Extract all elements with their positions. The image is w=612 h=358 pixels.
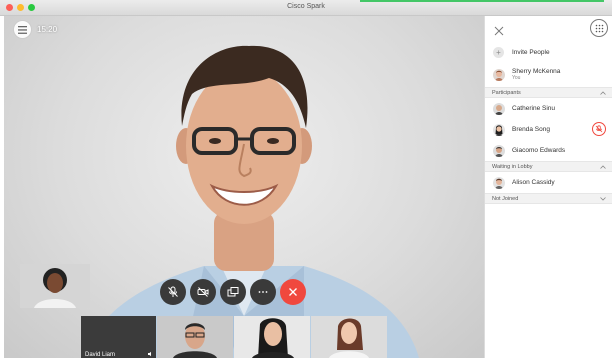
participants-panel: + Invite People Sherry McKenna You Parti… (484, 16, 612, 358)
invite-people-button[interactable]: + Invite People (485, 42, 612, 63)
section-title: Participants (492, 89, 521, 96)
chevron-down-icon (600, 196, 606, 201)
participant-video (311, 316, 387, 358)
section-not-joined[interactable]: Not Joined (485, 193, 612, 204)
participant-video (157, 316, 233, 358)
hamburger-icon (18, 25, 27, 34)
thumbnail-participant-3[interactable] (234, 316, 310, 358)
section-title: Waiting in Lobby (492, 163, 533, 170)
chevron-up-icon (600, 90, 606, 95)
self-view-video[interactable] (20, 264, 90, 308)
mute-icon (168, 286, 178, 297)
participant-name: Giacomo Edwards (512, 147, 566, 154)
participant-subtitle: You (512, 75, 521, 81)
menu-button[interactable] (13, 20, 32, 39)
dialpad-icon (595, 24, 603, 32)
self-view-image (20, 264, 90, 308)
participant-row[interactable]: Brenda Song (485, 119, 612, 140)
speaker-icon (148, 351, 151, 357)
section-waiting-lobby[interactable]: Waiting in Lobby (485, 161, 612, 172)
muted-indicator (592, 122, 606, 136)
call-controls (160, 279, 306, 305)
call-timer: 15:20 (37, 25, 58, 34)
close-icon (494, 26, 504, 36)
dialpad-button[interactable] (590, 19, 608, 37)
participant-name: Brenda Song (512, 126, 550, 133)
avatar (493, 123, 505, 136)
more-options-button[interactable] (250, 279, 276, 305)
thumbnail-participant-4[interactable] (311, 316, 387, 358)
main-video: 15:20 David Liam (4, 16, 484, 358)
participant-video (234, 316, 310, 358)
invite-label: Invite People (512, 49, 550, 56)
panel-header (485, 16, 612, 42)
participant-row[interactable]: Giacomo Edwards (485, 140, 612, 161)
avatar (493, 144, 505, 157)
avatar (493, 69, 505, 81)
participant-name: Catherine Sinu (512, 105, 555, 112)
avatar (493, 102, 505, 115)
window-titlebar: Cisco Spark (0, 0, 612, 16)
lobby-name: Alison Cassidy (512, 179, 555, 186)
avatar (493, 176, 505, 189)
thumbnail-label: David Liam (85, 352, 116, 358)
section-participants[interactable]: Participants (485, 87, 612, 98)
share-screen-icon (227, 287, 239, 297)
close-panel-button[interactable] (494, 23, 504, 41)
participant-name: Sherry McKenna (512, 68, 561, 75)
lobby-row[interactable]: Alison Cassidy (485, 172, 612, 193)
more-icon (258, 291, 268, 293)
chevron-up-icon (600, 164, 606, 169)
thumbnail-david-liam[interactable]: David Liam (81, 316, 156, 358)
share-screen-button[interactable] (220, 279, 246, 305)
progress-bar (360, 0, 604, 2)
thumbnail-participant-2[interactable] (157, 316, 233, 358)
participant-thumbnails: David Liam (80, 316, 387, 358)
end-call-button[interactable] (280, 279, 306, 305)
end-call-icon (289, 288, 297, 296)
mute-icon (595, 125, 603, 133)
video-icon (197, 287, 209, 297)
participant-row[interactable]: Catherine Sinu (485, 98, 612, 119)
participant-me[interactable]: Sherry McKenna You (485, 63, 612, 87)
section-title: Not Joined (492, 195, 519, 202)
video-toggle-button[interactable] (190, 279, 216, 305)
plus-icon: + (493, 47, 504, 58)
window-title: Cisco Spark (287, 3, 325, 10)
mute-button[interactable] (160, 279, 186, 305)
